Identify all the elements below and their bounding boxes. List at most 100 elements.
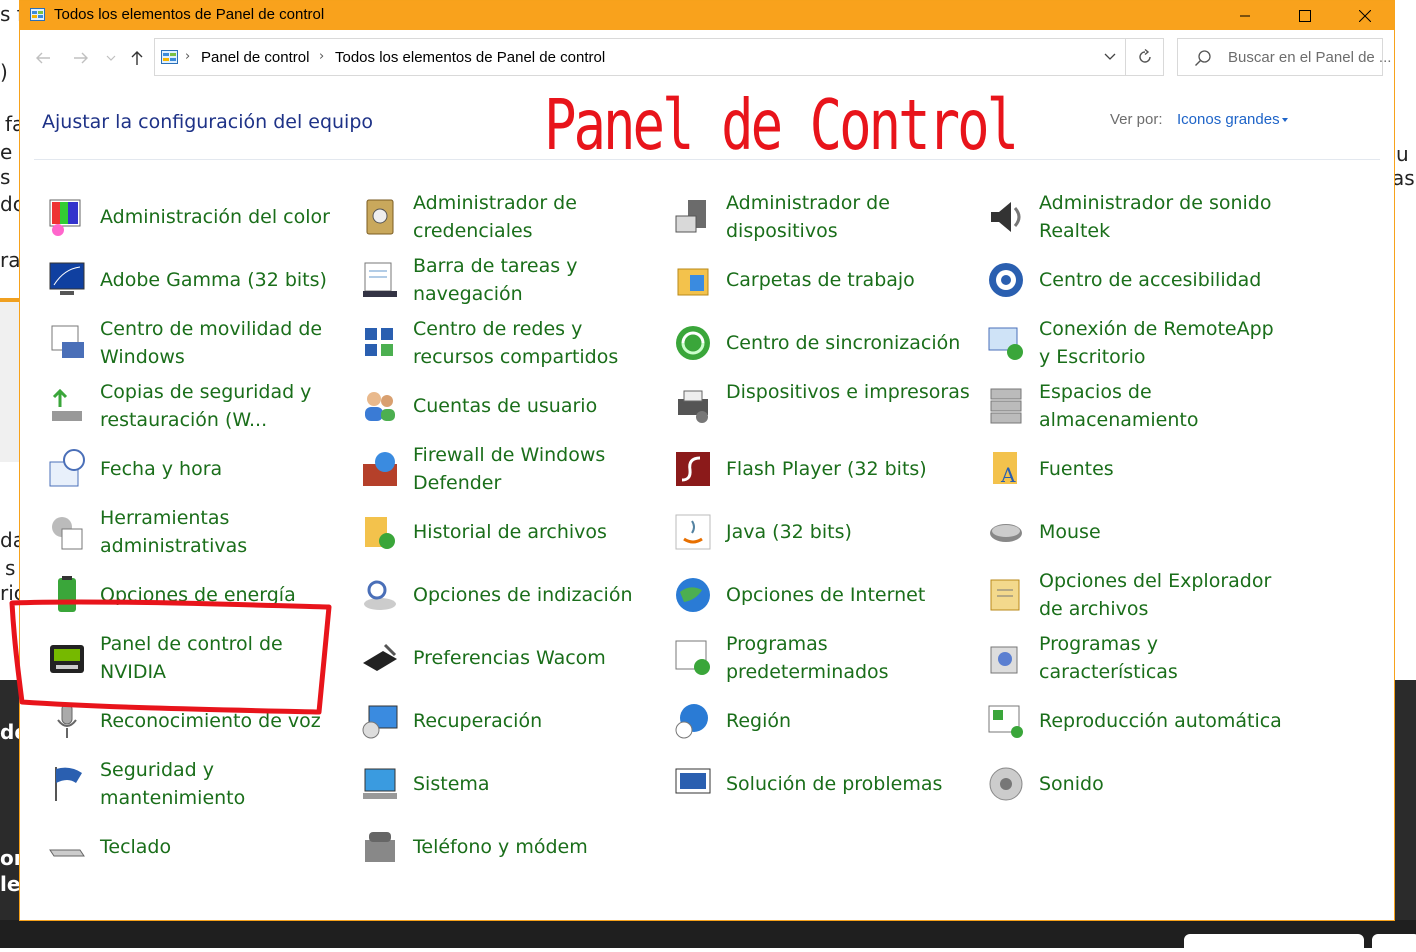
item-label[interactable]: Espacios de almacenamiento	[1039, 378, 1289, 434]
control-panel-item[interactable]: Cuentas de usuario	[355, 374, 655, 436]
control-panel-item[interactable]: Sistema	[355, 752, 655, 814]
breadcrumb-item[interactable]: Panel de control	[201, 49, 309, 66]
item-label[interactable]: Administrador de dispositivos	[726, 189, 976, 245]
item-label[interactable]: Cuentas de usuario	[413, 392, 663, 420]
search-box[interactable]: Buscar en el Panel de ...	[1177, 38, 1391, 76]
item-label[interactable]: Administrador de sonido Realtek	[1039, 189, 1289, 245]
control-panel-item[interactable]: Administración del color	[42, 185, 342, 247]
item-label[interactable]: Dispositivos e impresoras	[726, 378, 976, 406]
item-label[interactable]: Reconocimiento de voz	[100, 707, 350, 735]
control-panel-item[interactable]: Opciones de energía	[42, 563, 342, 625]
forward-button[interactable]	[70, 47, 92, 69]
control-panel-item[interactable]: Centro de sincronización	[668, 311, 968, 373]
item-label[interactable]: Flash Player (32 bits)	[726, 455, 976, 483]
minimize-button[interactable]	[1216, 1, 1274, 30]
item-label[interactable]: Opciones del Explorador de archivos	[1039, 567, 1289, 623]
item-label[interactable]: Centro de accesibilidad	[1039, 266, 1289, 294]
control-panel-item[interactable]: Java (32 bits)	[668, 500, 968, 562]
control-panel-item[interactable]: A Fuentes	[981, 437, 1281, 499]
control-panel-item[interactable]: Teléfono y módem	[355, 815, 655, 877]
control-panel-item[interactable]: Solución de problemas	[668, 752, 968, 814]
view-by-dropdown[interactable]: Iconos grandes	[1177, 111, 1280, 128]
item-label[interactable]: Seguridad y mantenimiento	[100, 756, 350, 812]
item-label[interactable]: Conexión de RemoteApp y Escritorio	[1039, 315, 1289, 371]
title-bar[interactable]: Todos los elementos de Panel de control	[20, 1, 1394, 30]
item-label[interactable]: Opciones de Internet	[726, 581, 976, 609]
control-panel-item[interactable]: Programas predeterminados	[668, 626, 968, 688]
item-label[interactable]: Historial de archivos	[413, 518, 663, 546]
control-panel-item[interactable]: Teclado	[42, 815, 342, 877]
control-panel-item[interactable]: Copias de seguridad y restauración (W...	[42, 374, 342, 436]
item-label[interactable]: Sistema	[413, 770, 663, 798]
control-panel-item[interactable]: Seguridad y mantenimiento	[42, 752, 342, 814]
control-panel-item[interactable]: Programas y características	[981, 626, 1281, 688]
address-bar[interactable]: › Panel de control › Todos los elementos…	[154, 38, 1164, 76]
control-panel-item[interactable]: Centro de accesibilidad	[981, 248, 1281, 310]
control-panel-item[interactable]: Herramientas administrativas	[42, 500, 342, 562]
recent-locations-button[interactable]	[100, 47, 122, 69]
control-panel-item[interactable]: Recuperación	[355, 689, 655, 751]
control-panel-item[interactable]: Sonido	[981, 752, 1281, 814]
back-button[interactable]	[32, 47, 54, 69]
item-label[interactable]: Fuentes	[1039, 455, 1289, 483]
control-panel-item[interactable]: Preferencias Wacom	[355, 626, 655, 688]
control-panel-item[interactable]: Opciones de Internet	[668, 563, 968, 625]
item-label[interactable]: Herramientas administrativas	[100, 504, 350, 560]
control-panel-item[interactable]: Mouse	[981, 500, 1281, 562]
item-label[interactable]: Región	[726, 707, 976, 735]
control-panel-item[interactable]: Adobe Gamma (32 bits)	[42, 248, 342, 310]
control-panel-item[interactable]: Administrador de sonido Realtek	[981, 185, 1281, 247]
search-input[interactable]: Buscar en el Panel de ...	[1228, 49, 1391, 66]
item-label[interactable]: Administración del color	[100, 203, 350, 231]
control-panel-item[interactable]: Reproducción automática	[981, 689, 1282, 751]
item-label[interactable]: Programas y características	[1039, 630, 1289, 686]
control-panel-item[interactable]: Región	[668, 689, 968, 751]
item-label[interactable]: Solución de problemas	[726, 770, 976, 798]
item-label[interactable]: Opciones de energía	[100, 581, 350, 609]
control-panel-item[interactable]: Reconocimiento de voz	[42, 689, 342, 751]
control-panel-item[interactable]: Administrador de credenciales	[355, 185, 655, 247]
item-label[interactable]: Centro de movilidad de Windows	[100, 315, 350, 371]
item-label[interactable]: Centro de sincronización	[726, 329, 976, 357]
breadcrumb-item[interactable]: Todos los elementos de Panel de control	[335, 49, 605, 66]
item-label[interactable]: Fecha y hora	[100, 455, 350, 483]
control-panel-item[interactable]: Conexión de RemoteApp y Escritorio	[981, 311, 1281, 373]
item-label[interactable]: Centro de redes y recursos compartidos	[413, 315, 663, 371]
caret-down-icon[interactable]	[1282, 118, 1288, 122]
item-label[interactable]: Carpetas de trabajo	[726, 266, 976, 294]
control-panel-item[interactable]: Fecha y hora	[42, 437, 342, 499]
item-label[interactable]: Mouse	[1039, 518, 1289, 546]
item-label[interactable]: Opciones de indización	[413, 581, 663, 609]
item-label[interactable]: Administrador de credenciales	[413, 189, 663, 245]
refresh-button[interactable]	[1125, 39, 1164, 75]
item-label[interactable]: Barra de tareas y navegación	[413, 252, 663, 308]
control-panel-item[interactable]: Panel de control de NVIDIA	[42, 626, 342, 688]
control-panel-item[interactable]: Opciones de indización	[355, 563, 655, 625]
item-label[interactable]: Firewall de Windows Defender	[413, 441, 663, 497]
item-label[interactable]: Copias de seguridad y restauración (W...	[100, 378, 350, 434]
control-panel-item[interactable]: Administrador de dispositivos	[668, 185, 968, 247]
item-label[interactable]: Recuperación	[413, 707, 663, 735]
maximize-button[interactable]	[1276, 1, 1334, 30]
item-label[interactable]: Panel de control de NVIDIA	[100, 630, 350, 686]
control-panel-item[interactable]: Historial de archivos	[355, 500, 655, 562]
item-label[interactable]: Java (32 bits)	[726, 518, 976, 546]
item-label[interactable]: Programas predeterminados	[726, 630, 976, 686]
control-panel-item[interactable]: Opciones del Explorador de archivos	[981, 563, 1281, 625]
close-button[interactable]	[1336, 1, 1394, 30]
control-panel-item[interactable]: Centro de movilidad de Windows	[42, 311, 342, 373]
control-panel-item[interactable]: Carpetas de trabajo	[668, 248, 968, 310]
control-panel-item[interactable]: Barra de tareas y navegación	[355, 248, 655, 310]
control-panel-item[interactable]: Espacios de almacenamiento	[981, 374, 1281, 436]
control-panel-item[interactable]: Centro de redes y recursos compartidos	[355, 311, 655, 373]
item-label[interactable]: Preferencias Wacom	[413, 644, 663, 672]
up-button[interactable]	[126, 47, 148, 69]
item-label[interactable]: Reproducción automática	[1039, 707, 1289, 735]
address-dropdown-button[interactable]	[1095, 39, 1125, 75]
control-panel-item[interactable]: Flash Player (32 bits)	[668, 437, 968, 499]
item-label[interactable]: Sonido	[1039, 770, 1289, 798]
control-panel-item[interactable]: Dispositivos e impresoras	[668, 374, 970, 436]
item-label[interactable]: Adobe Gamma (32 bits)	[100, 266, 350, 294]
item-label[interactable]: Teléfono y módem	[413, 833, 663, 861]
item-label[interactable]: Teclado	[100, 833, 350, 861]
